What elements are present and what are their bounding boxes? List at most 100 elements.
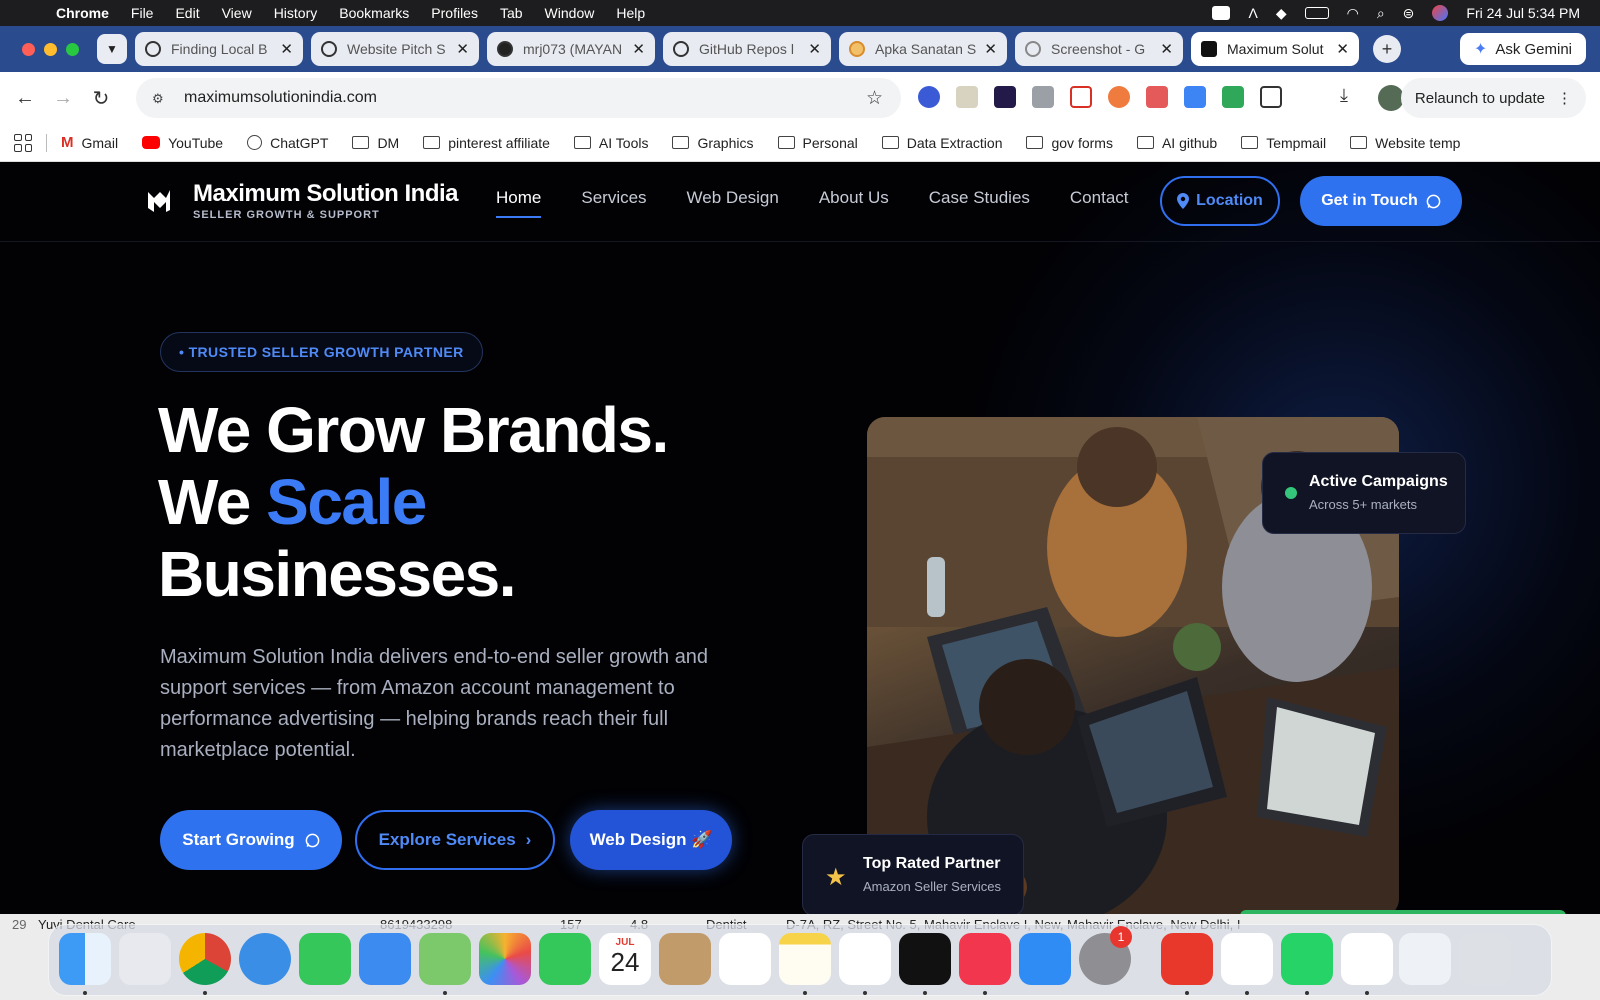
nav-home[interactable]: Home [496, 188, 542, 218]
app-store-icon[interactable] [1019, 933, 1071, 985]
more-menu-icon[interactable]: ⋮ [1557, 89, 1572, 107]
forward-button[interactable]: → [50, 87, 76, 110]
launchpad-icon[interactable] [119, 933, 171, 985]
gmail-extension-icon[interactable] [1070, 86, 1092, 108]
menubar-clock[interactable]: Fri 24 Jul 5:34 PM [1466, 5, 1580, 21]
wps-status-icon[interactable] [1212, 6, 1231, 20]
puzzle-extensions-icon[interactable] [1260, 86, 1282, 108]
trash-icon[interactable] [1459, 933, 1511, 985]
menu-view[interactable]: View [222, 5, 252, 21]
tab-github-profile[interactable]: mrj073 (MAYAN ✕ [487, 32, 655, 66]
menu-tab[interactable]: Tab [500, 5, 523, 21]
nav-web-design[interactable]: Web Design [687, 188, 779, 218]
bookmark-folder-data-extraction[interactable]: Data Extraction [881, 135, 1002, 151]
url-text[interactable]: maximumsolutionindia.com [184, 89, 377, 107]
start-growing-button[interactable]: Start Growing [160, 810, 342, 870]
bookmark-folder-dm[interactable]: DM [352, 135, 399, 151]
tab-screenshot[interactable]: Screenshot - G ✕ [1015, 32, 1183, 66]
download-icon[interactable]: ⤓ [1340, 85, 1348, 106]
menu-file[interactable]: File [131, 5, 154, 21]
clipboard-extension-icon[interactable] [956, 86, 978, 108]
address-bar[interactable]: ⚙ maximumsolutionindia.com ☆ [136, 78, 901, 118]
nav-case-studies[interactable]: Case Studies [929, 188, 1030, 218]
mail-icon[interactable] [359, 933, 411, 985]
close-icon[interactable]: ✕ [456, 40, 469, 58]
menu-bookmarks[interactable]: Bookmarks [339, 5, 409, 21]
zoom-window-button[interactable] [66, 42, 79, 56]
tab-github-repos[interactable]: GitHub Repos l ✕ [663, 32, 831, 66]
messages-icon[interactable] [299, 933, 351, 985]
back-button[interactable]: ← [12, 87, 38, 110]
photos-icon[interactable] [479, 933, 531, 985]
maps-icon[interactable] [419, 933, 471, 985]
burst-extension-icon[interactable] [1108, 86, 1130, 108]
bookmark-folder-pinterest[interactable]: pinterest affiliate [423, 135, 550, 151]
bookmark-folder-tempmail[interactable]: Tempmail [1241, 135, 1326, 151]
get-in-touch-button[interactable]: Get in Touch [1300, 176, 1462, 226]
close-icon[interactable]: ✕ [280, 40, 293, 58]
whatsapp-dock-icon[interactable] [1281, 933, 1333, 985]
bookmark-folder-ai-github[interactable]: AI github [1136, 135, 1217, 151]
downloads-stack-icon[interactable] [1399, 933, 1451, 985]
bookmark-folder-graphics[interactable]: Graphics [672, 135, 754, 151]
tab-website-pitch[interactable]: Website Pitch S ✕ [311, 32, 479, 66]
nav-contact[interactable]: Contact [1070, 188, 1129, 218]
bookmark-gmail[interactable]: M Gmail [61, 134, 118, 151]
close-icon[interactable]: ✕ [984, 40, 997, 58]
apple-tv-icon[interactable] [899, 933, 951, 985]
shield-extension-icon[interactable] [918, 86, 940, 108]
tab-search-button[interactable]: ▼ [97, 34, 127, 64]
siri-icon[interactable] [1432, 5, 1449, 21]
location-button[interactable]: Location [1160, 176, 1280, 226]
web-design-button[interactable]: Web Design 🚀 [570, 810, 732, 870]
bookmark-folder-personal[interactable]: Personal [777, 135, 858, 151]
close-icon[interactable]: ✕ [632, 40, 645, 58]
bookmark-folder-website-temp[interactable]: Website temp [1350, 135, 1460, 151]
wifi-icon[interactable]: ◠ [1347, 5, 1359, 22]
bookmark-star-icon[interactable]: ☆ [866, 87, 883, 110]
close-window-button[interactable] [22, 42, 35, 56]
menu-history[interactable]: History [274, 5, 318, 21]
menu-app-name[interactable]: Chrome [56, 5, 109, 21]
vscode-icon[interactable] [1221, 933, 1273, 985]
notes-icon[interactable] [779, 933, 831, 985]
vector-status-icon[interactable]: Λ [1248, 5, 1257, 21]
chrome-icon[interactable] [179, 933, 231, 985]
camera-green-extension-icon[interactable] [1222, 86, 1244, 108]
bookmark-folder-ai-tools[interactable]: AI Tools [573, 135, 648, 151]
safari-icon[interactable] [239, 933, 291, 985]
new-tab-button[interactable]: + [1373, 35, 1401, 63]
close-icon[interactable]: ✕ [808, 40, 821, 58]
reload-button[interactable]: ↻ [88, 86, 114, 111]
contacts-icon[interactable] [659, 933, 711, 985]
close-icon[interactable]: ✕ [1160, 40, 1173, 58]
vector-app-icon[interactable] [1341, 933, 1393, 985]
tab-apka-sanatan[interactable]: Apka Sanatan S ✕ [839, 32, 1007, 66]
menu-profiles[interactable]: Profiles [431, 5, 478, 21]
dropbox-status-icon[interactable]: ◆ [1276, 5, 1287, 22]
ai-extension-icon[interactable] [994, 86, 1016, 108]
nav-about-us[interactable]: About Us [819, 188, 889, 218]
camera-extension-icon[interactable] [1032, 86, 1054, 108]
control-center-icon[interactable]: ⊜ [1403, 5, 1415, 22]
minimize-window-button[interactable] [44, 42, 57, 56]
calendar-icon[interactable]: JUL 24 [599, 933, 651, 985]
site-logo-title[interactable]: Maximum Solution India [193, 180, 459, 208]
music-icon[interactable] [959, 933, 1011, 985]
tab-finding-local[interactable]: Finding Local B ✕ [135, 32, 303, 66]
wps-office-icon[interactable] [1161, 933, 1213, 985]
bookmark-youtube[interactable]: YouTube [142, 135, 223, 151]
menu-edit[interactable]: Edit [175, 5, 199, 21]
menu-window[interactable]: Window [545, 5, 595, 21]
battery-icon[interactable] [1304, 7, 1329, 19]
site-logo-icon[interactable] [146, 186, 172, 214]
facetime-icon[interactable] [539, 933, 591, 985]
menu-help[interactable]: Help [616, 5, 645, 21]
apps-grid-icon[interactable] [14, 133, 32, 152]
site-info-icon[interactable]: ⚙ [152, 91, 170, 106]
tablet-extension-icon[interactable] [1184, 86, 1206, 108]
ask-gemini-button[interactable]: ✦ Ask Gemini [1459, 33, 1586, 65]
freeform-icon[interactable] [839, 933, 891, 985]
bookmark-chatgpt[interactable]: ChatGPT [247, 135, 328, 151]
tab-maximum-solution[interactable]: Maximum Solut ✕ [1191, 32, 1359, 66]
